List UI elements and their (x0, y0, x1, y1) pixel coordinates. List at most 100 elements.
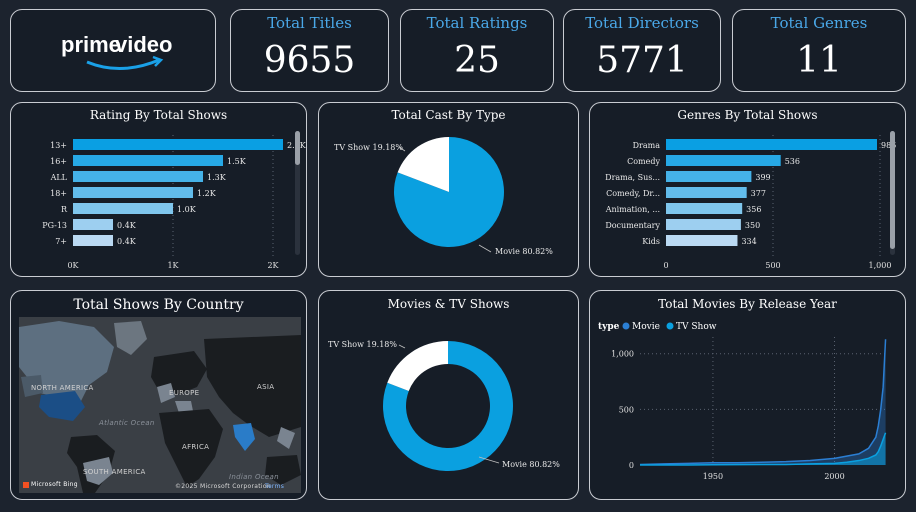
map-label-atlantic: Atlantic Ocean (99, 419, 155, 427)
kpi-value: 9655 (263, 40, 356, 81)
kpi-value: 5771 (596, 40, 688, 81)
map-label-indian: Indian Ocean (229, 473, 279, 481)
rating-chart-card: Rating By Total Shows 0K1K2K13+2.1K16+1.… (10, 102, 307, 277)
bar (666, 219, 741, 230)
kpi-value: 25 (454, 40, 500, 81)
bing-icon (23, 481, 29, 488)
cast-pie-chart: Movie 80.82% TV Show 19.18% (334, 137, 553, 256)
map-label-africa: AFRICA (182, 443, 210, 451)
bar (73, 171, 203, 182)
area-movie (640, 339, 886, 465)
category-label: Animation, ... (605, 205, 660, 214)
bar (666, 139, 878, 150)
genres-chart-card: Genres By Total Shows 0 500 1,000 Drama 986 C… (589, 102, 906, 277)
category-label: R (61, 205, 68, 214)
scrollbar[interactable] (295, 131, 300, 255)
movies-tv-donut-card: Movies & TV Shows Movie 80.82% TV Show 19… (318, 290, 579, 500)
kpi-label: Total Directors (585, 14, 699, 32)
data-label: 1.2K (197, 189, 217, 198)
x-tick-label: 500 (765, 261, 780, 270)
genres-bar-chart: 0 500 1,000Drama 986Comedy 536Drama, Sus... 3… (605, 135, 896, 270)
x-tick-label: 2000 (824, 472, 844, 481)
bar (73, 235, 113, 246)
release-year-area-chart: type Movie TV Show 0 500 1,000 1950 2000 (598, 322, 888, 481)
x-tick-label: 1950 (703, 472, 723, 481)
kpi-label: Total Titles (267, 14, 352, 32)
map-bing-attribution: Microsoft Bing (23, 481, 78, 488)
category-label: PG-13 (42, 221, 67, 230)
data-label: 0.4K (117, 237, 137, 246)
release-year-card: Total Movies By Release Year type Movie TV… (589, 290, 906, 500)
bar (73, 155, 223, 166)
data-label: 536 (785, 157, 800, 166)
slice-label: Movie 80.82% (502, 460, 560, 469)
data-label: 350 (745, 221, 760, 230)
bar (73, 219, 113, 230)
map-title: Total Shows By Country (73, 297, 244, 313)
logo-text-video: video (115, 32, 172, 57)
logo-text-prime: prime (61, 32, 121, 57)
map-copyright: ©2025 Microsoft Corporation (175, 483, 271, 490)
kpi-label: Total Genres (770, 14, 868, 32)
logo-smile (86, 58, 160, 71)
rating-bar-chart: 0K1K2K13+2.1K16+1.5KALL1.3K18+1.2KR1.0KP… (42, 135, 306, 270)
category-label: 7+ (55, 237, 67, 246)
movies-tv-donut-chart: Movie 80.82% TV Show 19.18% (328, 340, 560, 471)
scrollbar[interactable] (890, 131, 895, 255)
cast-pie-card: Total Cast By Type Movie 80.82% TV Show 1… (318, 102, 579, 277)
category-label: 13+ (50, 141, 67, 150)
bar (666, 203, 743, 214)
bar (666, 155, 781, 166)
leader-line (478, 244, 492, 253)
prime-video-logo: prime video (61, 32, 172, 71)
slice-label: TV Show 19.18% (328, 340, 397, 349)
world-map[interactable]: NORTH AMERICA EUROPE ASIA AFRICA SOUTH A… (19, 317, 301, 493)
map-label-south-america: SOUTH AMERICA (83, 468, 146, 476)
data-label: 1.5K (227, 157, 247, 166)
category-label: Drama (633, 141, 661, 150)
bing-text: Microsoft Bing (31, 481, 78, 488)
data-label: 399 (755, 173, 770, 182)
bar (666, 235, 738, 246)
slice-label: Movie 80.82% (495, 247, 553, 256)
kpi-card-total-genres: Total Genres 11 (732, 9, 906, 92)
y-tick-label: 1,000 (611, 350, 634, 359)
category-label: Kids (642, 237, 660, 246)
x-tick-label: 0K (67, 261, 79, 270)
y-tick-label: 500 (619, 405, 634, 414)
kpi-value: 11 (796, 40, 842, 81)
kpi-card-total-directors: Total Directors 5771 (563, 9, 721, 92)
map-label-north-america: NORTH AMERICA (31, 384, 94, 392)
map-label-asia: ASIA (257, 383, 275, 391)
kpi-label: Total Ratings (426, 14, 528, 32)
bar (666, 171, 752, 182)
x-tick-label: 1,000 (869, 261, 892, 270)
category-label: Comedy, Dr... (606, 189, 660, 198)
scrollbar-thumb[interactable] (295, 131, 300, 165)
slice-label: TV Show 19.18% (334, 143, 403, 152)
map-label-europe: EUROPE (169, 389, 200, 397)
category-label: Drama, Sus... (605, 173, 660, 182)
category-label: Documentary (605, 221, 660, 230)
legend-swatch (666, 322, 674, 330)
bar (73, 139, 283, 150)
data-label: 1.0K (177, 205, 197, 214)
legend-title: type (598, 322, 620, 332)
data-label: 356 (746, 205, 761, 214)
category-label: ALL (50, 173, 68, 182)
legend-swatch (622, 322, 630, 330)
data-label: 1.3K (207, 173, 227, 182)
x-tick-label: 0 (663, 261, 668, 270)
x-tick-label: 1K (167, 261, 179, 270)
map-terms-link[interactable]: Terms (265, 483, 284, 490)
category-label: Comedy (627, 157, 660, 166)
y-tick-label: 0 (629, 461, 634, 470)
leader-line (398, 344, 406, 349)
logo-card: prime video (10, 9, 216, 92)
line-movie (639, 339, 887, 466)
legend-label: TV Show (676, 322, 717, 332)
data-label: 334 (741, 237, 756, 246)
map-landmass (19, 321, 301, 493)
data-label: 0.4K (117, 221, 137, 230)
scrollbar-thumb[interactable] (890, 131, 895, 249)
